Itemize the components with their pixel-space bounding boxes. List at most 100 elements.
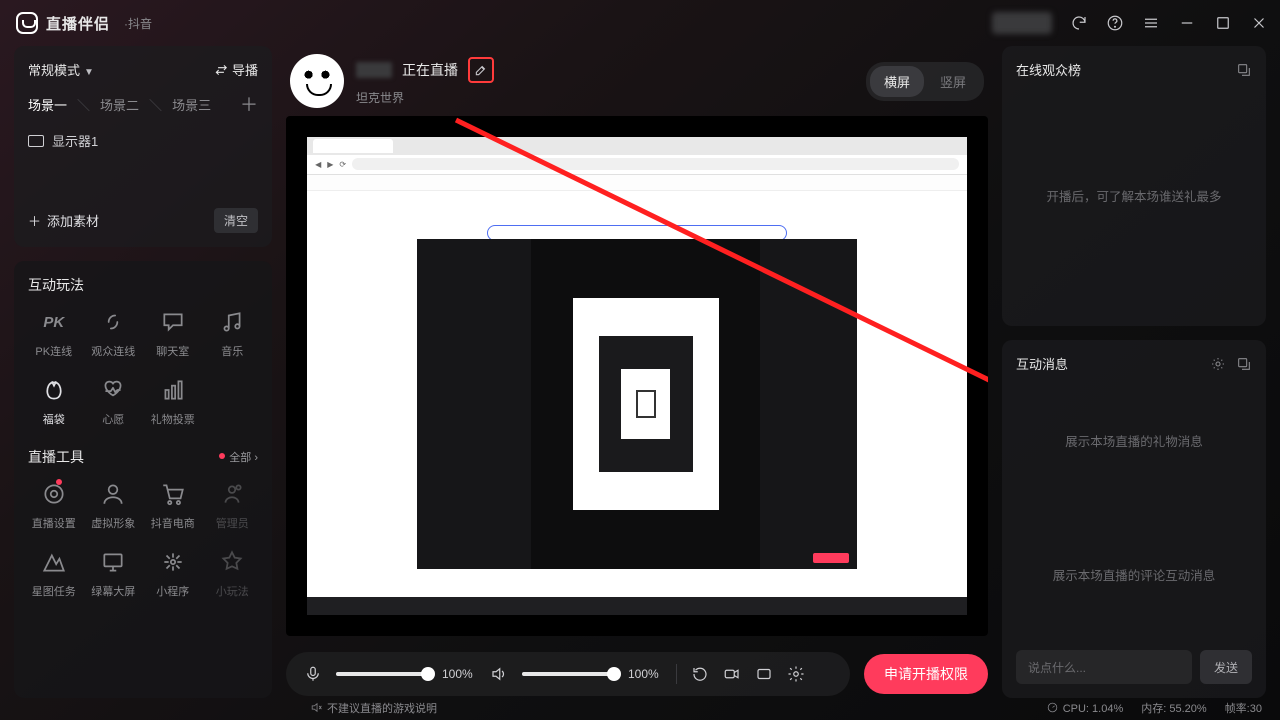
guide-button[interactable]: 导播	[214, 60, 258, 79]
mute-icon	[310, 701, 323, 714]
mini-games-button[interactable]: 小玩法	[207, 549, 259, 599]
user-chip[interactable]	[992, 12, 1052, 34]
messages-panel: 互动消息 展示本场直播的礼物消息 展示本场直播的评论互动消息 说点什么... 发…	[1002, 340, 1266, 698]
stream-category[interactable]: 坦克世界	[356, 89, 494, 106]
live-settings-icon	[41, 481, 67, 507]
douyin-commerce-icon	[160, 481, 186, 507]
game-warning-link[interactable]: 不建议直播的游戏说明	[310, 700, 437, 716]
orientation-toggle: 横屏 竖屏	[866, 62, 984, 101]
lucky-bag-button[interactable]: 福袋	[28, 377, 80, 427]
green-screen-icon	[100, 549, 126, 575]
scene-panel: 常规模式▼ 导播 场景一＼ 场景二＼ 场景三 ＋ 显示器1 ＋ 添加素材 清空	[14, 46, 272, 247]
app-logo: 直播伴侣 ·抖音	[16, 12, 152, 34]
miniapp-icon	[160, 549, 186, 575]
fps-stat: 帧率:30	[1225, 700, 1262, 716]
viewers-title: 在线观众榜	[1016, 60, 1081, 79]
cpu-stat: CPU: 1.04%	[1046, 701, 1124, 715]
mode-selector[interactable]: 常规模式▼	[28, 60, 94, 79]
mic-slider[interactable]	[336, 672, 428, 676]
lucky-bag-icon	[41, 377, 67, 403]
xingtu-button[interactable]: 星图任务	[28, 549, 80, 599]
interactive-heading: 互动玩法	[28, 275, 258, 295]
scene-tabs: 场景一＼ 场景二＼ 场景三 ＋	[28, 91, 258, 117]
scene-tab-3[interactable]: 场景三	[172, 95, 211, 114]
maximize-icon[interactable]	[1214, 14, 1232, 32]
scene-tab-2[interactable]: 场景二	[100, 95, 139, 114]
music-button[interactable]: 音乐	[207, 309, 259, 359]
stream-header: 正在直播 坦克世界 横屏 竖屏	[286, 46, 988, 116]
miniapp-button[interactable]: 小程序	[147, 549, 199, 599]
camera-toggle-icon[interactable]	[723, 665, 741, 683]
green-screen-button[interactable]: 绿幕大屏	[88, 549, 140, 599]
speaker-icon[interactable]	[490, 665, 508, 683]
streamer-name	[356, 62, 392, 78]
clear-button[interactable]: 清空	[214, 208, 258, 233]
audience-link-button[interactable]: 观众连线	[88, 309, 140, 359]
chatroom-button[interactable]: 聊天室	[147, 309, 199, 359]
source-monitor[interactable]: 显示器1	[28, 131, 258, 150]
orientation-landscape[interactable]: 横屏	[870, 66, 924, 97]
speaker-slider[interactable]	[522, 672, 614, 676]
gift-vote-icon	[160, 377, 186, 403]
edit-title-button[interactable]	[468, 57, 494, 83]
help-icon[interactable]	[1106, 14, 1124, 32]
message-settings-icon[interactable]	[1210, 356, 1226, 372]
minimize-icon[interactable]	[1178, 14, 1196, 32]
mem-stat: 内存: 55.20%	[1141, 700, 1206, 716]
popout-icon[interactable]	[1236, 356, 1252, 372]
music-icon	[219, 309, 245, 335]
orientation-portrait[interactable]: 竖屏	[926, 66, 980, 97]
gauge-icon	[1046, 701, 1059, 714]
douyin-commerce-button[interactable]: 抖音电商	[147, 481, 199, 531]
tools-all-link[interactable]: 全部 ›	[219, 448, 258, 466]
pk-button[interactable]: PKPK连线	[28, 309, 80, 359]
chatroom-icon	[160, 309, 186, 335]
mic-value: 100%	[442, 667, 476, 681]
status-bar: 不建议直播的游戏说明 CPU: 1.04% 内存: 55.20% 帧率:30	[0, 696, 1280, 720]
record-icon[interactable]	[755, 665, 773, 683]
live-status-label: 正在直播	[402, 60, 458, 80]
refresh-icon[interactable]	[1070, 14, 1088, 32]
pk-icon: PK	[41, 309, 67, 335]
loop-icon[interactable]	[691, 665, 709, 683]
control-bar: 100% 100% 申请开播权限	[286, 650, 988, 698]
popout-icon[interactable]	[1236, 62, 1252, 78]
preview-canvas[interactable]: ◀▶⟳	[286, 116, 988, 636]
add-material-button[interactable]: ＋ 添加素材	[28, 211, 99, 230]
mic-icon[interactable]	[304, 665, 322, 683]
captured-screen: ◀▶⟳	[307, 137, 967, 615]
wish-button[interactable]: 心愿	[88, 377, 140, 427]
virtual-avatar-button[interactable]: 虚拟形象	[88, 481, 140, 531]
app-subtitle: ·抖音	[124, 15, 152, 32]
speaker-value: 100%	[628, 667, 662, 681]
virtual-avatar-icon	[100, 481, 126, 507]
xingtu-icon	[41, 549, 67, 575]
viewers-panel: 在线观众榜 开播后，可了解本场谁送礼最多	[1002, 46, 1266, 326]
admin-button[interactable]: 管理员	[207, 481, 259, 531]
send-button[interactable]: 发送	[1200, 650, 1252, 684]
logo-icon	[16, 12, 38, 34]
live-settings-button[interactable]: 直播设置	[28, 481, 80, 531]
features-panel: 互动玩法 PKPK连线观众连线聊天室音乐福袋心愿礼物投票 直播工具 全部 › 直…	[14, 261, 272, 698]
gift-vote-button[interactable]: 礼物投票	[147, 377, 199, 427]
wish-icon	[100, 377, 126, 403]
titlebar: 直播伴侣 ·抖音	[0, 0, 1280, 46]
mini-games-icon	[219, 549, 245, 575]
notification-dot-icon	[219, 453, 225, 459]
close-icon[interactable]	[1250, 14, 1268, 32]
menu-icon[interactable]	[1142, 14, 1160, 32]
scene-tab-1[interactable]: 场景一	[28, 95, 67, 114]
chat-input[interactable]: 说点什么...	[1016, 650, 1192, 684]
tools-heading: 直播工具	[28, 447, 84, 467]
messages-title: 互动消息	[1016, 354, 1068, 373]
admin-icon	[219, 481, 245, 507]
settings-icon[interactable]	[787, 665, 805, 683]
streamer-avatar[interactable]	[290, 54, 344, 108]
gift-empty-text: 展示本场直播的礼物消息	[1016, 373, 1252, 508]
audience-link-icon	[100, 309, 126, 335]
viewers-empty-text: 开播后，可了解本场谁送礼最多	[1016, 79, 1252, 312]
start-stream-button[interactable]: 申请开播权限	[864, 654, 988, 694]
app-name: 直播伴侣	[46, 13, 110, 34]
monitor-icon	[28, 135, 44, 147]
add-scene-button[interactable]: ＋	[240, 91, 258, 117]
